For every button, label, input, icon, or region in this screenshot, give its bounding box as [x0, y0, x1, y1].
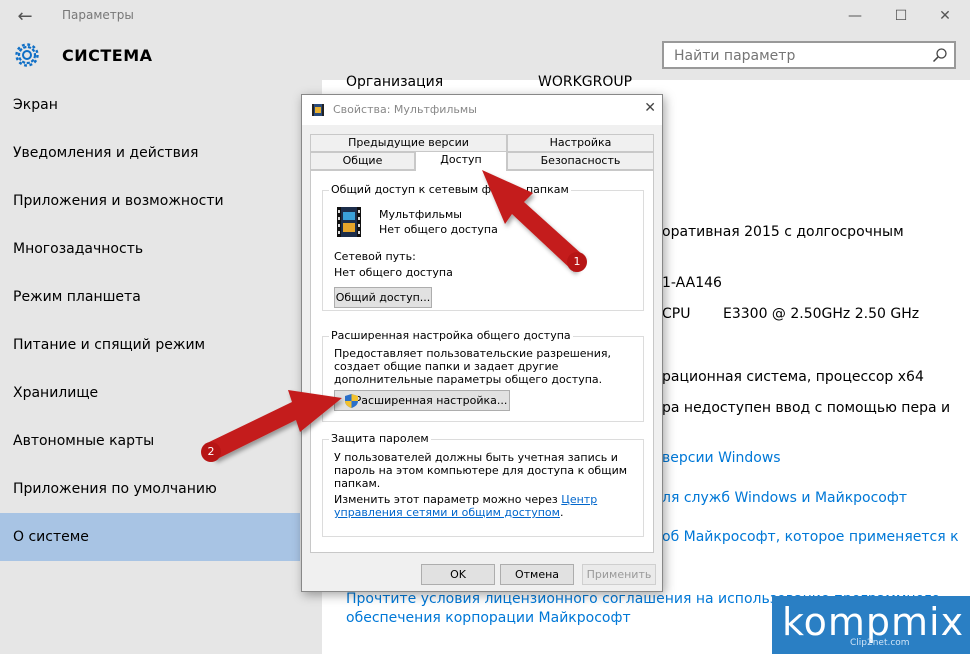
sidebar-item-power[interactable]: Питание и спящий режим — [0, 321, 300, 369]
product-id-text: 1-AA146 — [662, 275, 722, 291]
password-protection-group: Защита паролем У пользователей должны бы… — [322, 432, 644, 537]
password-change-prefix: Изменить этот параметр можно через — [334, 493, 562, 506]
cpu-value: E3300 @ 2.50GHz 2.50 GHz — [723, 306, 920, 322]
tab-previous-versions[interactable]: Предыдущие версии — [310, 134, 507, 152]
minimize-button[interactable]: — — [832, 4, 878, 28]
back-arrow-icon[interactable]: ← — [10, 6, 40, 27]
link-license-line2[interactable]: обеспечения корпорации Майкрософт — [346, 610, 631, 626]
folder-film-icon — [312, 104, 324, 116]
link-microsoft-services[interactable]: об Майкрософт, которое применяется к — [662, 529, 959, 545]
advanced-sharing-group: Расширенная настройка общего доступа Пре… — [322, 329, 644, 422]
cpu-label: CPU — [662, 306, 691, 322]
password-change-text: Изменить этот параметр можно через Центр… — [334, 493, 598, 519]
close-button[interactable]: ✕ — [922, 4, 968, 28]
system-type-text: рационная система, процессор x64 — [662, 369, 924, 385]
ok-button[interactable]: OK — [421, 564, 495, 585]
window-title: Параметры — [62, 8, 134, 22]
sidebar-item-offline-maps[interactable]: Автономные карты — [0, 417, 300, 465]
tab-general[interactable]: Общие — [310, 152, 415, 170]
share-button[interactable]: Общий доступ... — [334, 287, 432, 308]
arrow-1-badge: 1 — [567, 252, 587, 272]
sidebar-item-about[interactable]: О системе — [0, 513, 300, 561]
uac-shield-icon — [345, 394, 358, 408]
network-path-value: Нет общего доступа — [334, 266, 453, 279]
properties-dialog: Свойства: Мультфильмы ✕ Предыдущие верси… — [301, 94, 663, 592]
link-windows-versions[interactable]: версии Windows — [662, 450, 781, 466]
sidebar-item-storage[interactable]: Хранилище — [0, 369, 300, 417]
tab-security[interactable]: Безопасность — [507, 152, 654, 170]
org-label: Организация — [346, 74, 444, 90]
page-title: СИСТЕМА — [62, 46, 153, 65]
tab-sharing[interactable]: Доступ — [415, 151, 507, 171]
sidebar-item-multitasking[interactable]: Многозадачность — [0, 225, 300, 273]
advanced-sharing-description: Предоставляет пользовательские разрешени… — [334, 347, 611, 386]
network-sharing-group: Общий доступ к сетевым файл... папкам Му… — [322, 183, 644, 311]
network-path-label: Сетевой путь: — [334, 250, 416, 263]
sidebar-item-notifications[interactable]: Уведомления и действия — [0, 129, 300, 177]
advanced-sharing-button-label: Расширенная настройка... — [354, 394, 508, 407]
search-icon[interactable] — [932, 47, 948, 63]
dialog-close-button[interactable]: ✕ — [644, 100, 656, 116]
link-windows-services[interactable]: ля служб Windows и Майкрософт — [662, 490, 907, 506]
apply-button[interactable]: Применить — [582, 564, 656, 585]
search-input[interactable] — [672, 47, 926, 65]
cancel-button[interactable]: Отмена — [500, 564, 574, 585]
sidebar-item-tablet[interactable]: Режим планшета — [0, 273, 300, 321]
maximize-button[interactable]: ☐ — [878, 4, 924, 28]
network-sharing-group-title: Общий доступ к сетевым файл... папкам — [329, 183, 571, 196]
org-value: WORKGROUP — [538, 74, 633, 90]
sidebar-item-screen[interactable]: Экран — [0, 81, 300, 129]
sharing-tab-panel: Общий доступ к сетевым файл... папкам Му… — [310, 170, 654, 553]
search-box[interactable] — [662, 41, 956, 69]
pen-text: ра недоступен ввод с помощью пера и — [662, 400, 951, 416]
title-bar: ← Параметры — ☐ ✕ — [0, 0, 970, 32]
folder-name: Мультфильмы — [379, 208, 462, 221]
sidebar-item-default-apps[interactable]: Приложения по умолчанию — [0, 465, 300, 513]
gear-icon — [15, 43, 39, 67]
edition-text: оративная 2015 с долгосрочным — [662, 224, 904, 240]
film-folder-icon — [337, 207, 361, 237]
advanced-sharing-group-title: Расширенная настройка общего доступа — [329, 329, 573, 342]
password-protection-group-title: Защита паролем — [329, 432, 431, 445]
sidebar-item-apps[interactable]: Приложения и возможности — [0, 177, 300, 225]
sidebar: Экран Уведомления и действия Приложения … — [0, 80, 322, 654]
advanced-sharing-button[interactable]: Расширенная настройка... — [334, 390, 510, 411]
tab-customize[interactable]: Настройка — [507, 134, 654, 152]
arrow-2-badge: 2 — [201, 442, 221, 462]
folder-share-status: Нет общего доступа — [379, 223, 498, 236]
dialog-title: Свойства: Мультфильмы — [333, 103, 477, 116]
clip2net-watermark: Clip2net.com — [850, 638, 910, 648]
dialog-title-bar: Свойства: Мультфильмы ✕ — [302, 95, 662, 125]
password-protection-description: У пользователей должны быть учетная запи… — [334, 451, 628, 490]
